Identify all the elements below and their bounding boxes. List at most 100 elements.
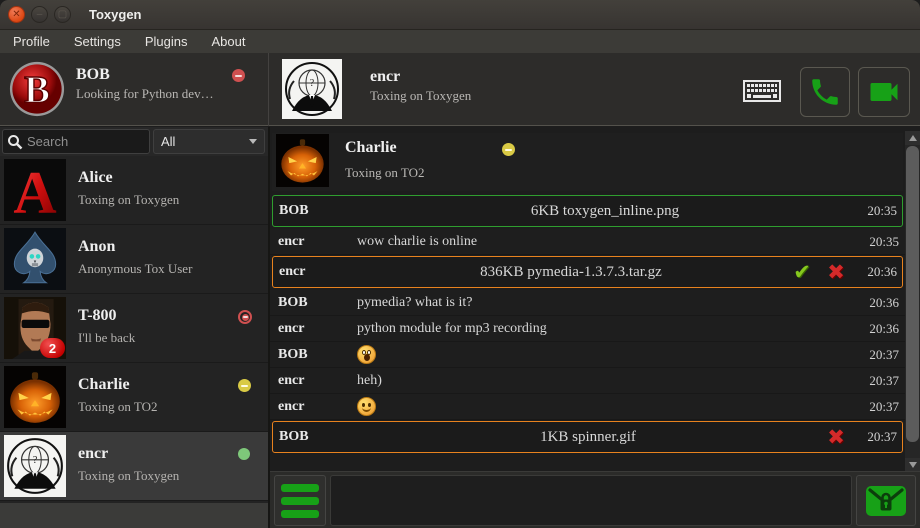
message-sender: encr bbox=[278, 321, 357, 337]
svg-text:?: ? bbox=[33, 455, 38, 466]
svg-text:A: A bbox=[13, 160, 56, 221]
online-status-icon bbox=[238, 448, 250, 460]
file-name-size: 1KB spinner.gif bbox=[357, 429, 819, 446]
unread-count-badge: 2 bbox=[40, 338, 65, 358]
sidebar: All A Alice Toxing on Toxygen AnonAnonymou… bbox=[0, 127, 268, 528]
search-box[interactable] bbox=[2, 129, 150, 154]
smiling-face-emoji bbox=[357, 397, 376, 416]
title-bar[interactable]: ✕ – ▢ Toxygen bbox=[0, 0, 920, 30]
scroll-up-icon[interactable] bbox=[905, 131, 920, 145]
menu-about[interactable]: About bbox=[200, 31, 256, 52]
message-sender: BOB bbox=[279, 203, 357, 219]
video-call-button[interactable] bbox=[858, 67, 910, 117]
contact-name: Alice bbox=[78, 169, 113, 187]
away-status-icon bbox=[502, 143, 515, 156]
contact-status-message: Anonymous Tox User bbox=[78, 261, 192, 277]
message-sender: encr bbox=[278, 399, 357, 415]
chat-header: ? encr Toxing on Toxygen bbox=[270, 53, 920, 126]
close-icon[interactable]: ✕ bbox=[8, 6, 25, 23]
peer-card-status-message: Toxing on TO2 bbox=[345, 165, 425, 181]
message-sender: encr bbox=[278, 234, 357, 250]
message-sender: encr bbox=[279, 264, 357, 280]
peer-card-name: Charlie bbox=[345, 139, 397, 157]
file-transfer-message: BOB6KB toxygen_inline.png20:35 bbox=[272, 195, 903, 227]
away-status-icon bbox=[238, 379, 251, 392]
menu-icon bbox=[281, 484, 319, 492]
menu-settings[interactable]: Settings bbox=[63, 31, 132, 52]
chevron-down-icon bbox=[249, 139, 257, 144]
message-body bbox=[357, 343, 855, 367]
message-time: 20:35 bbox=[853, 203, 897, 219]
shocked-face-emoji bbox=[357, 345, 376, 364]
contact-item-anon[interactable]: AnonAnonymous Tox User bbox=[0, 225, 268, 294]
contact-status-message: Toxing on Toxygen bbox=[78, 468, 179, 484]
decline-transfer-button[interactable]: ✖ bbox=[819, 425, 853, 449]
message-time: 20:37 bbox=[855, 347, 899, 363]
contact-filter-dropdown[interactable]: All bbox=[153, 129, 265, 154]
minimize-icon[interactable]: – bbox=[31, 6, 48, 23]
search-input[interactable] bbox=[27, 134, 137, 149]
text-message: encrpython module for mp3 recording20:36 bbox=[270, 316, 905, 342]
message-time: 20:36 bbox=[855, 295, 899, 311]
message-time: 20:35 bbox=[855, 234, 899, 250]
busy-ring-status-icon bbox=[238, 310, 252, 324]
menu-plugins[interactable]: Plugins bbox=[134, 31, 199, 52]
peer-card-avatar bbox=[276, 134, 329, 187]
send-button[interactable] bbox=[856, 475, 916, 526]
chat-pane: Charlie Toxing on TO2 BOB6KB toxygen_inl… bbox=[268, 127, 920, 528]
pumpkin-avatar bbox=[4, 366, 66, 428]
svg-text:?: ? bbox=[310, 78, 315, 89]
scrollbar-thumb[interactable] bbox=[906, 146, 919, 442]
self-avatar: B bbox=[8, 60, 66, 118]
contact-item-encr[interactable]: ? encr Toxing on Toxygen bbox=[0, 432, 268, 501]
filter-value: All bbox=[161, 134, 249, 149]
message-time: 20:36 bbox=[853, 264, 897, 280]
decline-transfer-button[interactable]: ✖ bbox=[819, 260, 853, 284]
phone-icon bbox=[808, 75, 842, 109]
message-body: pymedia? what is it? bbox=[357, 295, 855, 311]
message-body bbox=[357, 395, 855, 419]
message-body: python module for mp3 recording bbox=[357, 321, 855, 337]
message-time: 20:37 bbox=[855, 373, 899, 389]
text-message: BOBpymedia? what is it?20:36 bbox=[270, 290, 905, 316]
spade-skull-avatar bbox=[4, 228, 66, 290]
accept-transfer-button[interactable]: ✔ bbox=[785, 260, 819, 284]
file-transfer-message: encr836KB pymedia-1.3.7.3.tar.gz✔✖20:36 bbox=[272, 256, 903, 288]
contact-name: Charlie bbox=[78, 376, 130, 394]
message-sender: BOB bbox=[278, 295, 357, 311]
maximize-icon[interactable]: ▢ bbox=[54, 6, 71, 23]
peer-status-message: Toxing on Toxygen bbox=[370, 88, 471, 104]
contact-status-message: Toxing on Toxygen bbox=[78, 192, 179, 208]
window-controls: ✕ – ▢ bbox=[8, 6, 71, 23]
keyboard-icon[interactable] bbox=[740, 77, 784, 105]
composer-bar bbox=[270, 471, 920, 528]
contact-list: A Alice Toxing on Toxygen AnonAnonymous To… bbox=[0, 156, 268, 503]
contact-item-t-800[interactable]: T-800I'll be back2 bbox=[0, 294, 268, 363]
chat-menu-button[interactable] bbox=[274, 475, 326, 526]
header-band: B BOB Looking for Python dev… ? encr Tox… bbox=[0, 53, 920, 126]
audio-call-button[interactable] bbox=[800, 67, 850, 117]
contact-item-charlie[interactable]: CharlieToxing on TO2 bbox=[0, 363, 268, 432]
send-encrypted-icon bbox=[864, 484, 908, 518]
message-input[interactable] bbox=[330, 475, 852, 526]
peer-info-card: Charlie Toxing on TO2 bbox=[272, 133, 903, 191]
search-row: All bbox=[0, 127, 268, 156]
message-body: heh) bbox=[357, 373, 855, 389]
self-name: BOB bbox=[76, 66, 214, 84]
self-profile[interactable]: B BOB Looking for Python dev… bbox=[0, 53, 268, 126]
chat-scrollbar[interactable] bbox=[905, 131, 920, 472]
toxygen-window: ✕ – ▢ Toxygen ProfileSettingsPluginsAbou… bbox=[0, 0, 920, 528]
contact-item-alice[interactable]: A Alice Toxing on Toxygen bbox=[0, 156, 268, 225]
svg-text:B: B bbox=[24, 70, 50, 112]
letter-a-avatar: A bbox=[4, 159, 66, 221]
emoji-message: encr20:37 bbox=[270, 394, 905, 420]
peer-avatar: ? bbox=[282, 59, 342, 119]
emoji-message: BOB 20:37 bbox=[270, 342, 905, 368]
file-transfer-message: BOB1KB spinner.gif✖20:37 bbox=[272, 421, 903, 453]
message-sender: BOB bbox=[278, 347, 357, 363]
file-name-size: 836KB pymedia-1.3.7.3.tar.gz bbox=[357, 264, 785, 281]
contact-name: encr bbox=[78, 445, 108, 463]
scroll-down-icon[interactable] bbox=[905, 458, 920, 472]
menu-profile[interactable]: Profile bbox=[2, 31, 61, 52]
menu-bar: ProfileSettingsPluginsAbout bbox=[0, 30, 920, 53]
